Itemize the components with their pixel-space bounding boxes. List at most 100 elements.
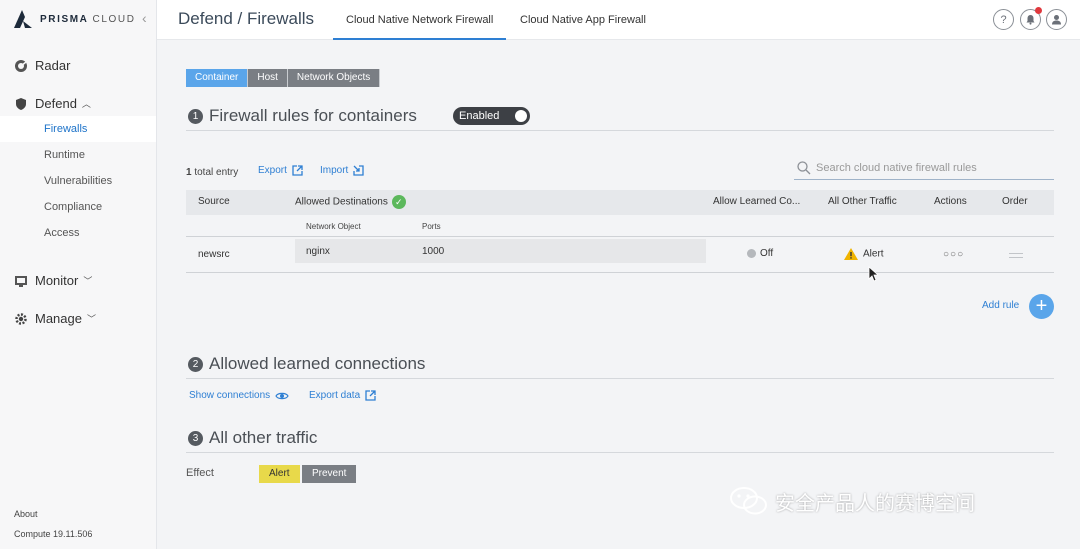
about-link[interactable]: About bbox=[14, 509, 38, 519]
nav-radar-label: Radar bbox=[35, 58, 71, 73]
user-avatar-icon[interactable] bbox=[1046, 9, 1067, 30]
search-input[interactable] bbox=[816, 161, 1046, 174]
export-data-link[interactable]: Export data bbox=[309, 390, 376, 401]
bell-icon[interactable] bbox=[1020, 7, 1042, 30]
sidebar-item-access[interactable]: Access bbox=[0, 220, 156, 246]
sidebar-item-compliance[interactable]: Compliance bbox=[0, 194, 156, 220]
nav-manage[interactable]: Manage ﹀ bbox=[14, 311, 96, 326]
entry-count: 1 total entry bbox=[186, 167, 238, 178]
row-actions-menu-icon[interactable]: ○○○ bbox=[943, 249, 964, 260]
export-data-label: Export data bbox=[309, 390, 361, 401]
watermark: 安全产品人的赛博空间 bbox=[729, 486, 975, 516]
entry-count-label: total entry bbox=[194, 167, 239, 178]
export-label: Export bbox=[258, 165, 287, 176]
prisma-logo[interactable]: PRISMA CLOUD bbox=[12, 8, 136, 30]
off-indicator bbox=[747, 248, 756, 258]
row-learned-toggle[interactable]: Off bbox=[747, 248, 773, 259]
row-ports: 1000 bbox=[422, 246, 445, 257]
nav-radar[interactable]: Radar bbox=[14, 58, 70, 73]
scope-tab-container[interactable]: Container bbox=[186, 69, 249, 87]
scope-tab-host[interactable]: Host bbox=[248, 69, 288, 87]
tab-network-firewall[interactable]: Cloud Native Network Firewall bbox=[333, 0, 507, 40]
page-title: Defend / Firewalls bbox=[178, 9, 315, 28]
nav-monitor[interactable]: Monitor ﹀ bbox=[14, 273, 92, 288]
import-link[interactable]: Import bbox=[320, 165, 364, 176]
radar-icon bbox=[15, 59, 27, 72]
section-title-all-other-traffic: All other traffic bbox=[209, 428, 318, 447]
watermark-text: 安全产品人的赛博空间 bbox=[775, 492, 975, 515]
section-divider bbox=[186, 452, 1054, 453]
chevron-down-icon: ﹀ bbox=[86, 314, 96, 324]
help-icon[interactable]: ? bbox=[993, 9, 1014, 30]
section-number-3: 3 bbox=[188, 431, 203, 446]
eye-icon bbox=[275, 392, 289, 399]
monitor-icon bbox=[15, 275, 27, 287]
tab-app-firewall[interactable]: Cloud Native App Firewall bbox=[507, 0, 659, 40]
scope-tab-network-objects[interactable]: Network Objects bbox=[287, 69, 381, 87]
subcol-network-object: Network Object bbox=[306, 222, 361, 231]
section-number-1: 1 bbox=[188, 109, 203, 124]
nav-defend[interactable]: Defend ︿ bbox=[14, 96, 91, 111]
effect-alert-button[interactable]: Alert bbox=[259, 465, 300, 483]
entry-count-number: 1 bbox=[186, 167, 192, 178]
subcol-ports: Ports bbox=[422, 222, 441, 231]
export-link[interactable]: Export bbox=[258, 165, 303, 176]
sidebar: PRISMA CLOUD ‹ Radar Defend ︿ Firewalls … bbox=[0, 0, 157, 549]
notification-dot bbox=[1035, 7, 1042, 14]
add-rule-button[interactable]: + bbox=[1029, 294, 1054, 319]
import-label: Import bbox=[320, 165, 349, 176]
enabled-toggle[interactable]: Enabled bbox=[453, 107, 530, 125]
search-icon bbox=[797, 160, 811, 174]
shield-icon bbox=[16, 97, 26, 110]
col-all-other-traffic[interactable]: All Other Traffic bbox=[828, 196, 897, 207]
row-other-label: Alert bbox=[863, 248, 884, 260]
top-header: Defend / Firewalls Cloud Native Network … bbox=[157, 0, 1080, 40]
col-order: Order bbox=[1002, 196, 1028, 207]
gear-icon bbox=[15, 312, 27, 325]
sidebar-item-vulnerabilities[interactable]: Vulnerabilities bbox=[0, 168, 156, 194]
show-connections-label: Show connections bbox=[189, 390, 271, 401]
external-link-icon bbox=[292, 165, 303, 176]
scope-tabs: Container Host Network Objects bbox=[186, 69, 381, 87]
nav-monitor-label: Monitor bbox=[35, 273, 79, 288]
sidebar-item-firewalls[interactable]: Firewalls bbox=[0, 116, 156, 142]
search-box bbox=[794, 156, 1054, 180]
chevron-down-icon: ﹀ bbox=[83, 276, 93, 286]
sidebar-item-runtime[interactable]: Runtime bbox=[0, 142, 156, 168]
destination-cell bbox=[295, 239, 706, 263]
main-content: Container Host Network Objects 1 Firewal… bbox=[157, 41, 1080, 549]
warning-icon bbox=[844, 248, 858, 260]
add-rule-link[interactable]: Add rule bbox=[982, 300, 1019, 311]
section-divider bbox=[186, 130, 1054, 131]
col-allow-learned[interactable]: Allow Learned Co... bbox=[713, 196, 800, 207]
brand-name: PRISMA bbox=[40, 13, 89, 25]
effect-prevent-button[interactable]: Prevent bbox=[302, 465, 357, 483]
col-allowed-label: Allowed Destinations bbox=[295, 196, 388, 208]
mouse-cursor-icon bbox=[868, 266, 878, 282]
collapse-sidebar-icon[interactable]: ‹ bbox=[142, 10, 147, 26]
nav-manage-label: Manage bbox=[35, 311, 82, 326]
table-divider bbox=[186, 236, 1054, 237]
row-drag-handle-icon[interactable] bbox=[1009, 253, 1023, 258]
chevron-up-icon: ︿ bbox=[81, 99, 91, 109]
show-connections-link[interactable]: Show connections bbox=[189, 390, 289, 401]
wechat-logo-icon bbox=[730, 487, 767, 515]
row-source: newsrc bbox=[198, 249, 230, 260]
import-icon bbox=[353, 165, 364, 176]
effect-label: Effect bbox=[186, 467, 214, 479]
section-title-firewall-rules: Firewall rules for containers bbox=[209, 106, 417, 125]
section-number-2: 2 bbox=[188, 357, 203, 372]
toggle-label: Enabled bbox=[459, 110, 500, 122]
col-source[interactable]: Source bbox=[198, 196, 230, 207]
bell-glyph-icon bbox=[1026, 15, 1035, 25]
section-divider bbox=[186, 378, 1054, 379]
row-learned-label: Off bbox=[760, 248, 774, 259]
col-allowed-destinations[interactable]: Allowed Destinations ✓ bbox=[295, 195, 406, 209]
nav-defend-label: Defend bbox=[35, 96, 77, 111]
section-title-learned-connections: Allowed learned connections bbox=[209, 354, 426, 373]
external-link-icon bbox=[365, 390, 376, 401]
user-glyph-icon bbox=[1052, 15, 1061, 25]
brand-suffix: CLOUD bbox=[92, 13, 136, 25]
row-network-object: nginx bbox=[306, 246, 330, 257]
table-header: Source Allowed Destinations ✓ Allow Learn… bbox=[186, 190, 1054, 215]
